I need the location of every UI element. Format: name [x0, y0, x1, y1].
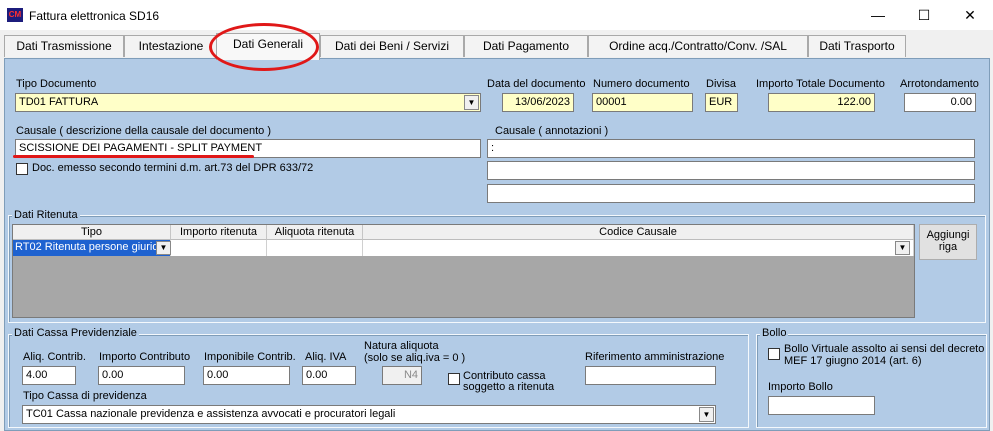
- importo-contributo-label: Importo Contributo: [99, 351, 191, 363]
- aliq-iva-field[interactable]: 0.00: [302, 366, 356, 385]
- bollo-virtuale-label: Bollo Virtuale assolto ai sensi del decr…: [784, 343, 985, 355]
- dm73-label: Doc. emesso secondo termini d.m. art.73 …: [32, 162, 314, 174]
- divisa-field[interactable]: EUR: [705, 93, 738, 112]
- tipo-documento-value: TD01 FATTURA: [19, 96, 99, 108]
- red-underline-annotation: [13, 155, 254, 158]
- ritenuta-grid[interactable]: Tipo Importo ritenuta Aliquota ritenuta …: [12, 224, 915, 318]
- column-header-importo[interactable]: Importo ritenuta: [171, 225, 267, 240]
- column-header-tipo[interactable]: Tipo: [13, 225, 171, 240]
- annotazioni-field-3[interactable]: [487, 184, 975, 203]
- bollo-virtuale-checkbox[interactable]: [768, 348, 780, 360]
- data-documento-field[interactable]: 13/06/2023: [502, 93, 574, 112]
- chevron-down-icon[interactable]: ▼: [156, 241, 171, 255]
- tab-intestazione[interactable]: Intestazione: [124, 35, 218, 57]
- tipo-cassa-label: Tipo Cassa di previdenza: [23, 390, 147, 402]
- table-row-codice-cell[interactable]: [363, 240, 914, 256]
- app-logo-icon: CM: [7, 8, 23, 22]
- table-row-tipo-cell[interactable]: RT02 Ritenuta persone giuridiche: [13, 240, 171, 256]
- column-header-codice[interactable]: Codice Causale: [363, 225, 914, 240]
- tab-dati-pagamento[interactable]: Dati Pagamento: [464, 35, 588, 57]
- tab-dati-beni-servizi[interactable]: Dati dei Beni / Servizi: [320, 35, 464, 57]
- aliq-contrib-label: Aliq. Contrib.: [23, 351, 86, 363]
- table-row-importo-cell[interactable]: [171, 240, 267, 256]
- riferimento-amministrazione-label: Riferimento amministrazione: [585, 351, 725, 363]
- numero-documento-field[interactable]: 00001: [592, 93, 693, 112]
- imponibile-contrib-label: Imponibile Contrib.: [204, 351, 296, 363]
- causale-annotazioni-label: Causale ( annotazioni ): [495, 125, 609, 137]
- annotazioni-field-2[interactable]: [487, 161, 975, 180]
- tab-dati-trasmissione[interactable]: Dati Trasmissione: [4, 35, 124, 57]
- arrotondamento-field[interactable]: 0.00: [904, 93, 976, 112]
- tipo-documento-select[interactable]: TD01 FATTURA ▼: [15, 93, 481, 112]
- bollo-virtuale-sub-label: MEF 17 giugno 2014 (art. 6): [784, 355, 922, 367]
- imponibile-contrib-field[interactable]: 0.00: [203, 366, 290, 385]
- natura-aliquota-label: Natura aliquota: [364, 340, 439, 352]
- divisa-label: Divisa: [706, 78, 736, 90]
- aggiungi-riga-button[interactable]: Aggiungi riga: [919, 224, 977, 260]
- tipo-cell-value: RT02 Ritenuta persone giuridiche: [15, 241, 171, 253]
- contributo-ritenuta-checkbox[interactable]: [448, 373, 460, 385]
- cassa-previdenziale-title: Dati Cassa Previdenziale: [12, 327, 139, 339]
- chevron-down-icon[interactable]: ▼: [895, 241, 910, 255]
- tipo-cassa-select[interactable]: TC01 Cassa nazionale previdenza e assist…: [22, 405, 716, 424]
- chevron-down-icon[interactable]: ▼: [464, 95, 479, 110]
- dm73-checkbox[interactable]: [16, 163, 28, 175]
- importo-totale-field[interactable]: 122.00: [768, 93, 875, 112]
- window-title: Fattura elettronica SD16: [29, 9, 160, 23]
- column-header-aliquota[interactable]: Aliquota ritenuta: [267, 225, 363, 240]
- natura-aliquota-sub-label: (solo se aliq.iva = 0 ): [364, 352, 466, 364]
- causale-label: Causale ( descrizione della causale del …: [16, 125, 271, 137]
- tab-ordine-acquisto[interactable]: Ordine acq./Contratto/Conv. /SAL: [588, 35, 808, 57]
- natura-aliquota-field: N4: [382, 366, 422, 385]
- importo-totale-label: Importo Totale Documento: [756, 78, 885, 90]
- chevron-down-icon[interactable]: ▼: [699, 407, 714, 422]
- minimize-button[interactable]: —: [855, 0, 901, 30]
- bollo-title: Bollo: [760, 327, 789, 339]
- maximize-button[interactable]: ☐: [901, 0, 947, 30]
- importo-bollo-field[interactable]: [768, 396, 875, 415]
- importo-contributo-field[interactable]: 0.00: [98, 366, 185, 385]
- annotazioni-field-1[interactable]: :: [487, 139, 975, 158]
- arrotondamento-label: Arrotondamento: [900, 78, 979, 90]
- title-bar: CM Fattura elettronica SD16 — ☐ ✕: [0, 0, 993, 30]
- dati-ritenuta-title: Dati Ritenuta: [12, 209, 80, 221]
- importo-bollo-label: Importo Bollo: [768, 381, 833, 393]
- tipo-documento-label: Tipo Documento: [16, 78, 97, 90]
- close-button[interactable]: ✕: [947, 0, 993, 30]
- dati-generali-panel: Tipo Documento TD01 FATTURA ▼ Data del d…: [4, 58, 990, 431]
- numero-documento-label: Numero documento: [593, 78, 690, 90]
- red-highlight-circle: [209, 23, 319, 71]
- tipo-cassa-value: TC01 Cassa nazionale previdenza e assist…: [26, 408, 396, 420]
- table-row-aliquota-cell[interactable]: [267, 240, 363, 256]
- data-documento-label: Data del documento: [487, 78, 586, 90]
- aliq-iva-label: Aliq. IVA: [305, 351, 347, 363]
- contributo-ritenuta-sub-label: soggetto a ritenuta: [463, 381, 555, 393]
- main-window: CM Fattura elettronica SD16 — ☐ ✕ Dati T…: [0, 0, 993, 431]
- aliq-contrib-field[interactable]: 4.00: [22, 366, 76, 385]
- riferimento-amministrazione-field[interactable]: [585, 366, 716, 385]
- tab-dati-trasporto[interactable]: Dati Trasporto: [808, 35, 906, 57]
